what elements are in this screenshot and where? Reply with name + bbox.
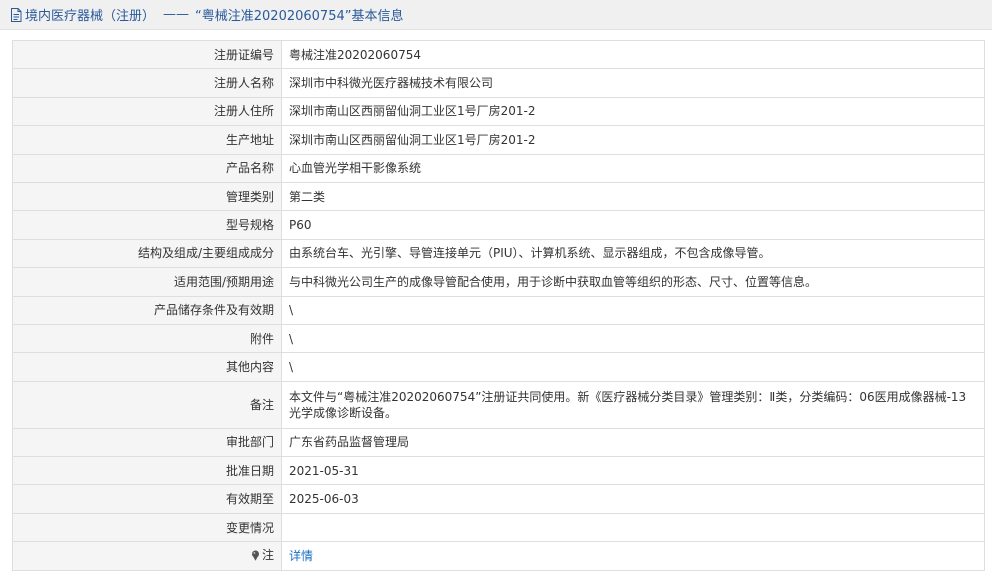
table-row: 注册人住所 深圳市南山区西丽留仙洞工业区1号厂房201-2 (12, 96, 985, 127)
row-label: 产品名称 (12, 153, 282, 183)
info-table: 注册证编号 粤械注准20202060754 注册人名称 深圳市中科微光医疗器械技… (12, 39, 985, 571)
row-value: 粤械注准20202060754 (281, 39, 985, 70)
row-value: \ (281, 352, 985, 382)
row-label: 变更情况 (12, 512, 282, 543)
header-separator: —— (163, 7, 190, 22)
row-value: \ (281, 323, 985, 354)
row-label: 产品储存条件及有效期 (12, 295, 282, 325)
header-record-title: “粤械注准20202060754”基本信息 (195, 9, 404, 24)
table-row: 注册证编号 粤械注准20202060754 (12, 39, 985, 70)
table-row: 其他内容 \ (12, 352, 985, 382)
note-label-text: 注 (261, 548, 274, 563)
row-value: 与中科微光公司生产的成像导管配合使用，用于诊断中获取血管等组织的形态、尺寸、位置… (281, 267, 985, 297)
row-label: 有效期至 (12, 484, 282, 514)
row-label: 审批部门 (12, 427, 282, 458)
table-row: 附件 \ (12, 323, 985, 354)
row-value: 本文件与“粤械注准20202060754”注册证共同使用。新《医疗器械分类目录》… (281, 380, 985, 429)
row-label: 注册人名称 (12, 68, 282, 98)
pin-icon (251, 550, 260, 561)
row-value: 心血管光学相干影像系统 (281, 153, 985, 183)
table-row: 审批部门 广东省药品监督管理局 (12, 427, 985, 458)
row-label: 管理类别 (12, 181, 282, 212)
row-label: 结构及组成/主要组成成分 (12, 238, 282, 269)
row-label: 其他内容 (12, 352, 282, 382)
page-header: 境内医疗器械（注册） —— “粤械注准20202060754”基本信息 (0, 0, 992, 30)
row-value: P60 (281, 210, 985, 240)
note-label: 注 (251, 547, 274, 563)
row-value: 第二类 (281, 181, 985, 212)
row-value: \ (281, 295, 985, 325)
row-label: 型号规格 (12, 210, 282, 240)
row-value: 2025-06-03 (281, 484, 985, 514)
row-value: 广东省药品监督管理局 (281, 427, 985, 458)
note-value-cell: 详情 (281, 541, 985, 571)
details-link[interactable]: 详情 (289, 549, 313, 563)
row-label: 生产地址 (12, 125, 282, 155)
table-row-note: 注 详情 (12, 541, 985, 571)
header-category: 境内医疗器械（注册） (25, 9, 156, 24)
table-row: 注册人名称 深圳市中科微光医疗器械技术有限公司 (12, 68, 985, 98)
table-row: 型号规格 P60 (12, 210, 985, 240)
row-value: 由系统台车、光引擎、导管连接单元（PIU）、计算机系统、显示器组成，不包含成像导… (281, 238, 985, 269)
table-row: 适用范围/预期用途 与中科微光公司生产的成像导管配合使用，用于诊断中获取血管等组… (12, 267, 985, 297)
row-label: 注册证编号 (12, 39, 282, 70)
row-label: 附件 (12, 323, 282, 354)
row-label: 备注 (12, 380, 282, 429)
row-value: 深圳市南山区西丽留仙洞工业区1号厂房201-2 (281, 96, 985, 127)
row-label: 注册人住所 (12, 96, 282, 127)
table-row: 产品名称 心血管光学相干影像系统 (12, 153, 985, 183)
table-row: 备注 本文件与“粤械注准20202060754”注册证共同使用。新《医疗器械分类… (12, 380, 985, 429)
row-value: 深圳市中科微光医疗器械技术有限公司 (281, 68, 985, 98)
row-value: 2021-05-31 (281, 456, 985, 486)
table-row: 管理类别 第二类 (12, 181, 985, 212)
table-row: 结构及组成/主要组成成分 由系统台车、光引擎、导管连接单元（PIU）、计算机系统… (12, 238, 985, 269)
table-row: 批准日期 2021-05-31 (12, 456, 985, 486)
table-row: 生产地址 深圳市南山区西丽留仙洞工业区1号厂房201-2 (12, 125, 985, 155)
note-label-cell: 注 (12, 541, 282, 571)
table-row: 有效期至 2025-06-03 (12, 484, 985, 514)
row-label: 适用范围/预期用途 (12, 267, 282, 297)
table-row: 变更情况 (12, 512, 985, 543)
row-value: 深圳市南山区西丽留仙洞工业区1号厂房201-2 (281, 125, 985, 155)
row-value (281, 512, 985, 543)
document-icon (10, 7, 22, 22)
table-row: 产品储存条件及有效期 \ (12, 295, 985, 325)
row-label: 批准日期 (12, 456, 282, 486)
